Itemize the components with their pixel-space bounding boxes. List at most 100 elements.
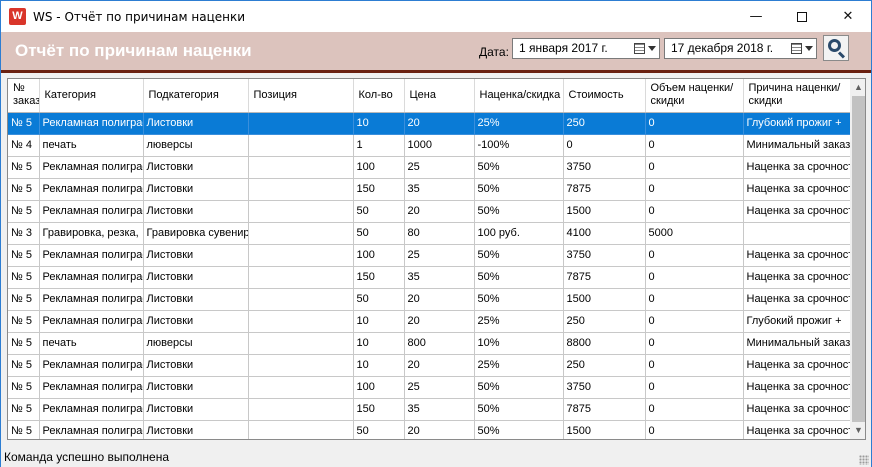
- table-cell: Рекламная полиграфия: [39, 178, 144, 201]
- table-row[interactable]: № 5Рекламная полиграфияЛистовки 1503550%7…: [8, 266, 851, 289]
- table-cell: печать: [39, 332, 144, 355]
- vertical-scrollbar[interactable]: ▲ ▼: [850, 79, 865, 439]
- window-title: WS - Отчёт по причинам наценки: [33, 10, 246, 24]
- date-from-picker[interactable]: 1 января 2017 г.: [512, 38, 660, 59]
- table-row[interactable]: № 5Рекламная полиграфияЛистовки 1002550%3…: [8, 376, 851, 399]
- maximize-icon: [797, 11, 807, 22]
- column-header[interactable]: Категория: [39, 79, 144, 113]
- table-cell: 10: [353, 112, 405, 135]
- chevron-down-icon[interactable]: ▼: [850, 422, 865, 439]
- table-cell: № 5: [8, 310, 40, 333]
- status-text: Команда успешно выполнена: [4, 450, 170, 464]
- table-cell: 0: [645, 376, 744, 399]
- table-cell: [248, 112, 354, 135]
- table-cell: [248, 222, 354, 245]
- table-cell: 0: [645, 398, 744, 421]
- date-label: Дата:: [479, 45, 509, 59]
- calendar-icon[interactable]: [634, 43, 645, 54]
- column-header[interactable]: Цена: [404, 79, 475, 113]
- table-row[interactable]: № 5Рекламная полиграфияЛистовки 502050%15…: [8, 420, 851, 439]
- table-cell: 0: [645, 288, 744, 311]
- table-cell: Наценка за срочность: [743, 244, 851, 267]
- table-cell: 250: [563, 310, 646, 333]
- table-cell: Листовки: [143, 200, 249, 223]
- scrollbar-thumb[interactable]: [852, 96, 865, 422]
- table-cell: № 5: [8, 244, 40, 267]
- table-cell: 0: [645, 310, 744, 333]
- table-cell: Листовки: [143, 420, 249, 439]
- table-cell: 0: [645, 112, 744, 135]
- table-cell: 10: [353, 310, 405, 333]
- table-row[interactable]: № 4 печать люверсы 1 1000 -100% 0 0 Минимальный …: [8, 134, 851, 157]
- table-cell: печать: [39, 134, 144, 157]
- table-cell: Наценка за срочность: [743, 420, 851, 439]
- column-header[interactable]: Подкатегория: [143, 79, 249, 113]
- search-icon: [828, 39, 841, 52]
- close-button[interactable]: ✕: [825, 1, 871, 32]
- table-cell: Листовки: [143, 398, 249, 421]
- table-cell: 3750: [563, 244, 646, 267]
- report-grid[interactable]: № заказаКатегорияПодкатегорияПозицияКол-…: [7, 78, 866, 440]
- date-to-picker[interactable]: 17 декабря 2018 г.: [664, 38, 817, 59]
- table-cell: 35: [404, 398, 475, 421]
- table-cell: 0: [645, 244, 744, 267]
- table-cell: № 5: [8, 266, 40, 289]
- table-cell: 0: [645, 178, 744, 201]
- table-cell: 1: [353, 134, 405, 157]
- table-row[interactable]: № 5Рекламная полиграфияЛистовки 102025%25…: [8, 112, 851, 135]
- table-cell: 20: [404, 420, 475, 439]
- table-cell: [248, 376, 354, 399]
- search-button[interactable]: [823, 35, 849, 61]
- table-cell: 0: [645, 420, 744, 439]
- column-header[interactable]: Стоимость: [563, 79, 646, 113]
- chevron-down-icon[interactable]: [648, 46, 656, 51]
- table-cell: 100: [353, 244, 405, 267]
- table-row[interactable]: № 5Рекламная полиграфияЛистовки 1002550%3…: [8, 244, 851, 267]
- title-bar[interactable]: W WS - Отчёт по причинам наценки — ✕: [1, 1, 871, 32]
- table-row[interactable]: № 5 печать люверсы 10 800 10% 8800 0 Минимальный…: [8, 332, 851, 355]
- column-header[interactable]: Объем наценки/скидки: [645, 79, 744, 113]
- maximize-button[interactable]: [779, 1, 825, 32]
- column-header[interactable]: Кол-во: [353, 79, 405, 113]
- table-cell: Листовки: [143, 244, 249, 267]
- chevron-up-icon[interactable]: ▲: [850, 79, 865, 96]
- table-cell: 800: [404, 332, 475, 355]
- table-cell: Рекламная полиграфия: [39, 156, 144, 179]
- table-cell: Листовки: [143, 178, 249, 201]
- table-cell: 5000: [645, 222, 744, 245]
- table-row[interactable]: № 5Рекламная полиграфияЛистовки 502050%15…: [8, 200, 851, 223]
- column-header[interactable]: Наценка/скидка: [474, 79, 564, 113]
- table-cell: Рекламная полиграфия: [39, 288, 144, 311]
- column-header[interactable]: № заказа: [8, 79, 40, 113]
- app-logo-icon: W: [9, 8, 26, 25]
- table-cell: 4100: [563, 222, 646, 245]
- table-cell: 7875: [563, 266, 646, 289]
- calendar-icon[interactable]: [791, 43, 802, 54]
- report-title: Отчёт по причинам наценки: [15, 41, 252, 60]
- table-row[interactable]: № 3Гравировка, резка,Гравировка сувенирн…: [8, 222, 851, 245]
- table-cell: [248, 354, 354, 377]
- table-cell: 150: [353, 266, 405, 289]
- table-cell: [248, 134, 354, 157]
- table-row[interactable]: № 5Рекламная полиграфияЛистовки 1002550%3…: [8, 156, 851, 179]
- table-cell: № 5: [8, 156, 40, 179]
- table-cell: [248, 244, 354, 267]
- table-row[interactable]: № 5Рекламная полиграфияЛистовки 502050%15…: [8, 288, 851, 311]
- table-row[interactable]: № 5Рекламная полиграфияЛистовки 1503550%7…: [8, 178, 851, 201]
- column-header[interactable]: Причина наценки/скидки: [743, 79, 851, 113]
- table-row[interactable]: № 5Рекламная полиграфияЛистовки 102025%25…: [8, 310, 851, 333]
- table-cell: Листовки: [143, 112, 249, 135]
- table-cell: Рекламная полиграфия: [39, 376, 144, 399]
- column-header[interactable]: Позиция: [248, 79, 354, 113]
- resize-grip-icon[interactable]: [859, 455, 869, 465]
- table-cell: Листовки: [143, 266, 249, 289]
- table-cell: 25: [404, 376, 475, 399]
- date-from-value: 1 января 2017 г.: [519, 41, 608, 55]
- table-row[interactable]: № 5Рекламная полиграфияЛистовки 1503550%7…: [8, 398, 851, 421]
- table-cell: [248, 332, 354, 355]
- table-cell: Глубокий прожиг +: [743, 310, 851, 333]
- table-row[interactable]: № 5Рекламная полиграфияЛистовки 102025%25…: [8, 354, 851, 377]
- chevron-down-icon[interactable]: [805, 46, 813, 51]
- minimize-button[interactable]: —: [733, 1, 779, 32]
- table-cell: 0: [645, 134, 744, 157]
